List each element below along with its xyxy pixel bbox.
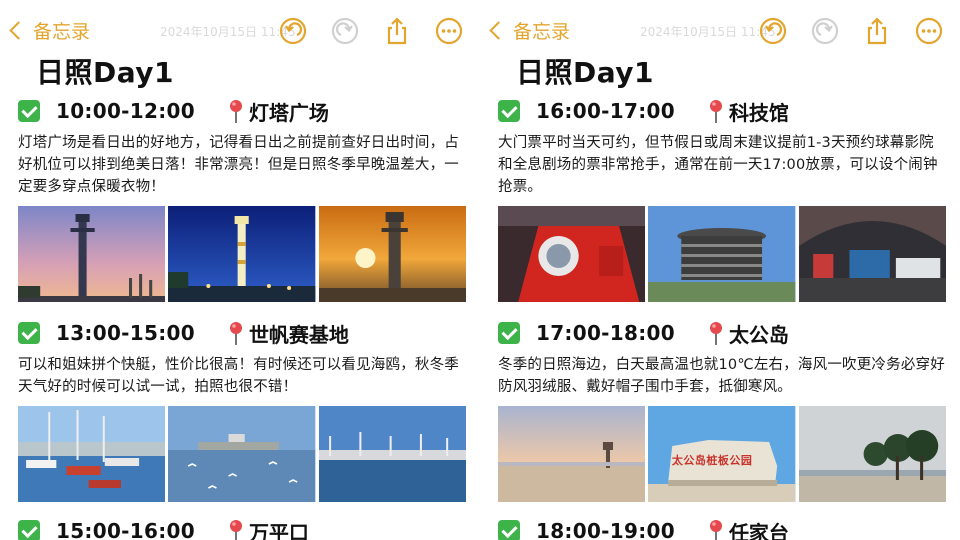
item-description: 冬季的日照海边，白天最高温也就10℃左右，海风一吹更冷务必穿好防风羽绒服、戴好帽… bbox=[498, 357, 945, 395]
share-icon[interactable] bbox=[382, 16, 412, 46]
pin-icon bbox=[225, 518, 247, 540]
schedule-item: 17:00-18:00 太公岛 冬季的日照海边，白天最高温也就10℃左右，海风一… bbox=[498, 318, 946, 502]
photo-row bbox=[18, 206, 466, 302]
note-date: 2024年10月15日 11:45 bbox=[640, 25, 776, 39]
item-description: 大门票平时当天可约，但节假日或周末建议提前1-3天预约球幕影院和全息剧场的票非常… bbox=[498, 135, 938, 195]
redo-icon[interactable] bbox=[330, 16, 360, 46]
photo-science-exhibit-red[interactable] bbox=[498, 206, 646, 302]
checkmark-icon bbox=[18, 100, 40, 122]
checkmark-icon bbox=[18, 322, 40, 344]
schedule-item: 18:00-19:00 任家台 bbox=[498, 516, 946, 540]
pin-icon bbox=[705, 98, 727, 124]
place-name: 科技馆 bbox=[728, 100, 789, 125]
toolbar: 备忘录 2024年10月15日 11:45 bbox=[0, 10, 480, 54]
note-pane-right: 备忘录 2024年10月15日 11:45 日照Day1 16:00-17:00… bbox=[480, 0, 960, 540]
time-range: 10:00-12:00 bbox=[56, 99, 195, 123]
schedule-item: 10:00-12:00 灯塔广场 灯塔广场是看日出的好地方，记得看日出之前提前查… bbox=[18, 96, 466, 302]
note-title: 日照Day1 bbox=[36, 56, 175, 89]
checkmark-icon bbox=[498, 520, 520, 540]
time-range: 15:00-16:00 bbox=[56, 519, 195, 540]
place-name: 任家台 bbox=[728, 520, 789, 540]
redo-icon[interactable] bbox=[810, 16, 840, 46]
place-name: 世帆赛基地 bbox=[248, 322, 349, 347]
undo-icon[interactable] bbox=[758, 16, 788, 46]
time-range: 18:00-19:00 bbox=[536, 519, 675, 540]
back-label: 备忘录 bbox=[33, 21, 91, 43]
photo-science-museum-building[interactable] bbox=[648, 206, 796, 302]
schedule-item: 16:00-17:00 科技馆 大门票平时当天可约，但节假日或周末建议提前1-3… bbox=[498, 96, 946, 302]
place-name: 灯塔广场 bbox=[248, 100, 329, 125]
item-description: 灯塔广场是看日出的好地方，记得看日出之前提前查好日出时间，占好机位可以排到绝美日… bbox=[18, 135, 459, 195]
note-pane-left: 备忘录 2024年10月15日 11:45 日照Day1 10:00-12:00… bbox=[0, 0, 480, 540]
pin-icon bbox=[705, 518, 727, 540]
photo-row bbox=[498, 206, 946, 302]
place-name: 万平口 bbox=[248, 520, 309, 540]
share-icon[interactable] bbox=[862, 16, 892, 46]
photo-science-hall-interior[interactable] bbox=[798, 206, 946, 302]
photo-marina[interactable] bbox=[318, 406, 466, 502]
schedule-item: 13:00-15:00 世帆赛基地 可以和姐妹拼个快艇，性价比很高！有时候还可以… bbox=[18, 318, 466, 502]
photo-lighthouse-night[interactable] bbox=[168, 206, 316, 302]
photo-row: 太公岛桩板公园 bbox=[498, 406, 946, 502]
chevron-left-icon bbox=[9, 21, 28, 40]
photo-seagulls-sea[interactable] bbox=[168, 406, 316, 502]
more-icon[interactable] bbox=[914, 16, 944, 46]
photo-boats-harbor[interactable] bbox=[18, 406, 166, 502]
checkmark-icon bbox=[498, 322, 520, 344]
time-range: 17:00-18:00 bbox=[536, 321, 675, 345]
note-date: 2024年10月15日 11:45 bbox=[160, 25, 296, 39]
photo-taigong-island-sign[interactable]: 太公岛桩板公园 bbox=[648, 406, 796, 502]
back-button[interactable]: 备忘录 bbox=[488, 17, 570, 44]
more-icon[interactable] bbox=[434, 16, 464, 46]
time-range: 13:00-15:00 bbox=[56, 321, 195, 345]
schedule-item: 15:00-16:00 万平口 bbox=[18, 516, 466, 540]
item-description: 可以和姐妹拼个快艇，性价比很高！有时候还可以看见海鸥，秋冬季天气好的时候可以试一… bbox=[18, 357, 459, 395]
photo-row bbox=[18, 406, 466, 502]
toolbar: 备忘录 2024年10月15日 11:45 bbox=[480, 10, 960, 54]
pin-icon bbox=[225, 320, 247, 346]
back-label: 备忘录 bbox=[513, 21, 571, 43]
photo-beach-watchtower[interactable] bbox=[498, 406, 646, 502]
photo-coast-pines[interactable] bbox=[798, 406, 946, 502]
pin-icon bbox=[705, 320, 727, 346]
checkmark-icon bbox=[18, 520, 40, 540]
photo-lighthouse-dusk[interactable] bbox=[18, 206, 166, 302]
note-title: 日照Day1 bbox=[516, 56, 655, 89]
time-range: 16:00-17:00 bbox=[536, 99, 675, 123]
place-name: 太公岛 bbox=[728, 322, 789, 347]
checkmark-icon bbox=[498, 100, 520, 122]
photo-lighthouse-sunset[interactable] bbox=[318, 206, 466, 302]
chevron-left-icon bbox=[489, 21, 508, 40]
pin-icon bbox=[225, 98, 247, 124]
photo-sign-text: 太公岛桩板公园 bbox=[671, 454, 753, 468]
undo-icon[interactable] bbox=[278, 16, 308, 46]
back-button[interactable]: 备忘录 bbox=[8, 17, 90, 44]
